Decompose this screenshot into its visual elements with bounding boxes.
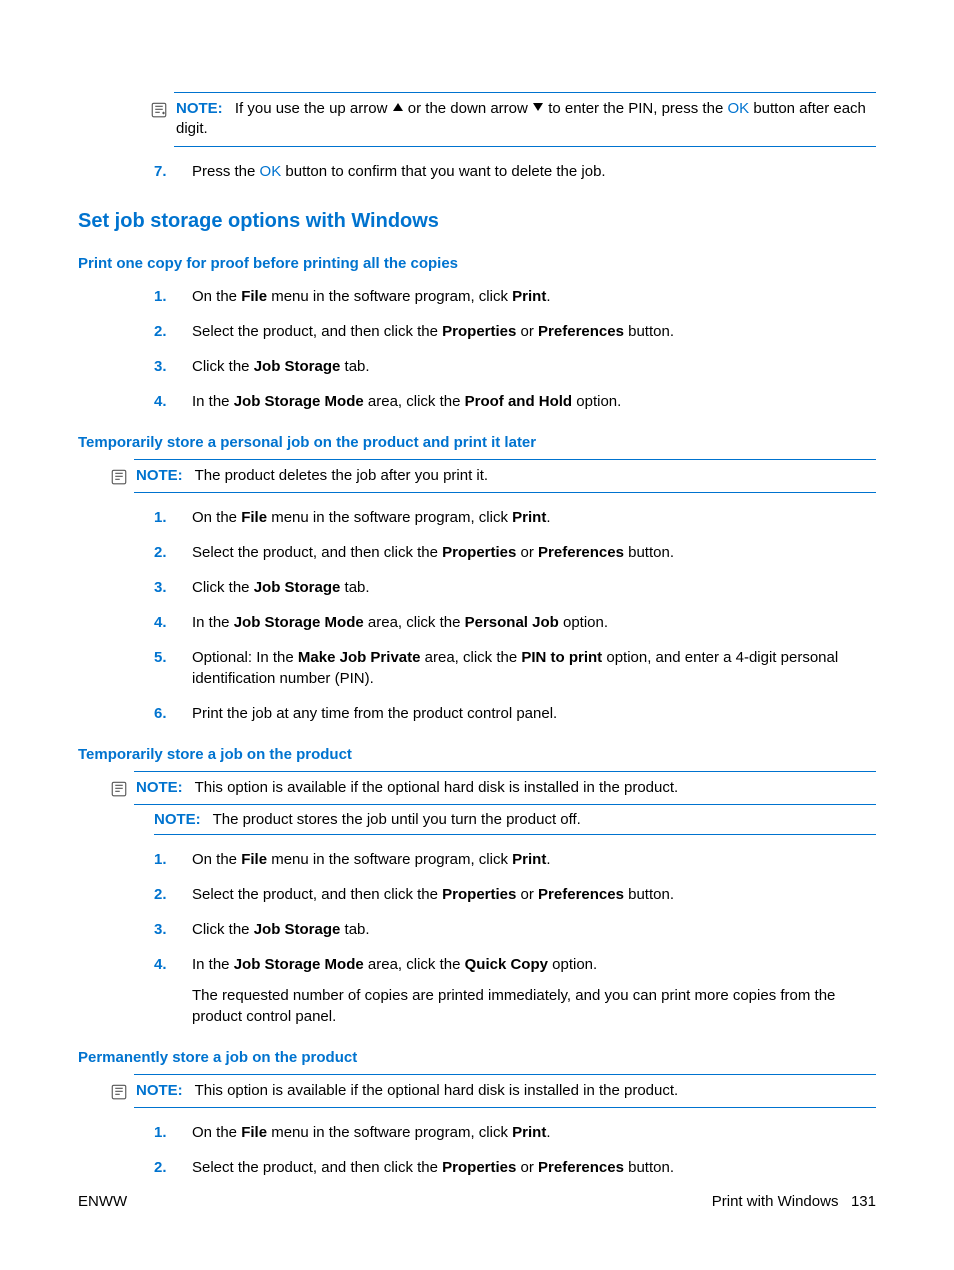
step-number: 7. [154, 161, 192, 182]
list-item: 3. Click the Job Storage tab. [154, 356, 876, 377]
heading-set-job-storage: Set job storage options with Windows [78, 210, 876, 233]
page-footer: ENWW Print with Windows 131 [78, 1193, 876, 1210]
list-item: 4. In the Job Storage Mode area, click t… [154, 391, 876, 412]
list-item: 1. On the File menu in the software prog… [154, 286, 876, 307]
note-text: NOTE: If you use the up arrow or the dow… [176, 99, 876, 140]
content: NOTE: If you use the up arrow or the dow… [78, 92, 876, 1178]
list-item: 6. Print the job at any time from the pr… [154, 703, 876, 724]
list-item: 5. Optional: In the Make Job Private are… [154, 647, 876, 689]
list-item: 4. In the Job Storage Mode area, click t… [154, 954, 876, 1027]
heading-temp-store: Temporarily store a job on the product [78, 746, 876, 763]
note-icon [110, 780, 128, 798]
note-prefix: If you use the up arrow [235, 100, 392, 117]
note-icon [110, 1083, 128, 1101]
footer-right: Print with Windows 131 [712, 1193, 876, 1210]
list-item: 3. Click the Job Storage tab. [154, 577, 876, 598]
note-store-until-off: NOTE: The product stores the job until y… [154, 805, 876, 835]
note-mid: or the down arrow [408, 100, 532, 117]
list-item: 4. In the Job Storage Mode area, click t… [154, 612, 876, 633]
heading-temp-personal: Temporarily store a personal job on the … [78, 434, 876, 451]
list-item: 2. Select the product, and then click th… [154, 542, 876, 563]
heading-proof-copy: Print one copy for proof before printing… [78, 255, 876, 272]
note-hard-disk-2: NOTE: This option is available if the op… [134, 1074, 876, 1108]
list-item: 2. Select the product, and then click th… [154, 884, 876, 905]
page: NOTE: If you use the up arrow or the dow… [0, 0, 954, 1270]
note-icon [150, 101, 168, 119]
heading-perm-store: Permanently store a job on the product [78, 1049, 876, 1066]
list-item: 3. Click the Job Storage tab. [154, 919, 876, 940]
ok-button-ref: OK [727, 100, 749, 117]
note-icon [110, 468, 128, 486]
ok-button-ref: OK [260, 163, 282, 180]
footer-left: ENWW [78, 1193, 127, 1210]
note-delete-after-print: NOTE: The product deletes the job after … [134, 459, 876, 493]
page-number: 131 [851, 1193, 876, 1210]
note-after-arrows: to enter the PIN, press the [548, 100, 727, 117]
list-item: 2. Select the product, and then click th… [154, 1157, 876, 1178]
list-item: 1. On the File menu in the software prog… [154, 849, 876, 870]
list-item: 1. On the File menu in the software prog… [154, 507, 876, 528]
step-body: Press the OK button to confirm that you … [192, 161, 876, 182]
list-item: 7. Press the OK button to confirm that y… [154, 161, 876, 182]
up-arrow-icon [392, 99, 404, 119]
list-item: 1. On the File menu in the software prog… [154, 1122, 876, 1143]
note-label: NOTE: [176, 100, 223, 117]
list-item: 2. Select the product, and then click th… [154, 321, 876, 342]
down-arrow-icon [532, 99, 544, 119]
note-hard-disk: NOTE: This option is available if the op… [134, 771, 876, 805]
note-pin-entry: NOTE: If you use the up arrow or the dow… [174, 92, 876, 147]
